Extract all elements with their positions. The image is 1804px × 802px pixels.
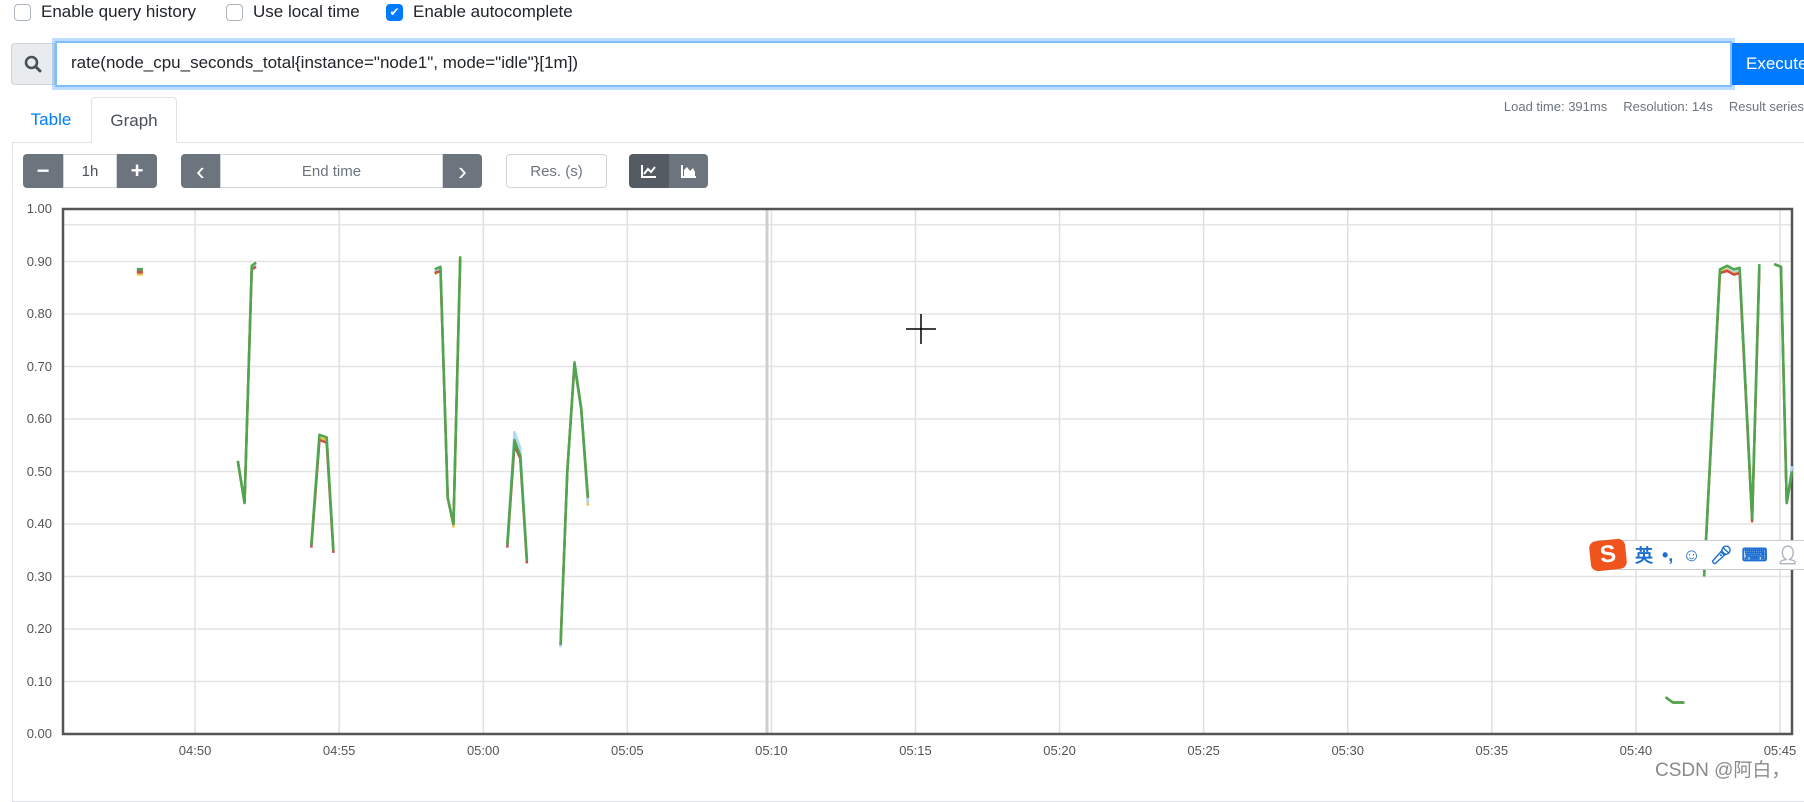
y-tick-label: 0.10 [26, 673, 52, 689]
x-tick-label: 04:50 [178, 743, 212, 758]
y-tick-label: 0.20 [26, 621, 52, 636]
x-tick-label: 05:30 [1331, 743, 1364, 758]
series-line [1702, 264, 1761, 577]
x-tick-label: 05:05 [611, 743, 644, 758]
y-tick-label: 0.50 [26, 463, 52, 479]
x-tick-label: 04:55 [322, 743, 356, 758]
y-tick-label: 0.40 [26, 516, 52, 531]
x-tick-label: 05:15 [899, 743, 932, 758]
x-tick-label: 05:25 [1187, 743, 1220, 758]
punctuation-icon[interactable]: •, [1662, 545, 1673, 566]
x-tick-label: 05:00 [466, 743, 500, 758]
series-point [136, 270, 143, 274]
series-line [506, 438, 529, 561]
y-tick-label: 0.80 [26, 306, 52, 321]
y-tick-label: 1.00 [26, 201, 52, 216]
x-tick-label: 05:35 [1475, 743, 1509, 758]
x-tick-label: 05:20 [1043, 743, 1076, 758]
series-line [1664, 696, 1685, 704]
sogou-logo-icon[interactable]: S [1588, 538, 1628, 572]
series-line [434, 256, 462, 526]
tab-graph[interactable]: Graph [91, 97, 177, 143]
ime-toolbar[interactable]: S 英 •, ☺ 🎤︎ ⌨ 👤︎ [1588, 538, 1804, 572]
y-tick-label: 0.90 [26, 253, 52, 269]
user-icon[interactable]: 👤︎ [1777, 545, 1800, 566]
y-tick-label: 0.70 [26, 358, 52, 374]
series-line [559, 362, 590, 645]
y-tick-label: 0.30 [26, 568, 52, 584]
crosshair-cursor [906, 314, 936, 344]
y-tick-label: 0.00 [26, 726, 52, 741]
x-tick-label: 05:10 [755, 743, 788, 758]
keyboard-icon[interactable]: ⌨ [1742, 545, 1768, 566]
chart[interactable] [0, 0, 1804, 785]
microphone-icon[interactable]: 🎤︎ [1710, 545, 1733, 566]
watermark: CSDN @阿白， [1655, 760, 1791, 781]
series-line [559, 362, 590, 645]
y-tick-label: 0.60 [26, 411, 52, 426]
series-line [310, 433, 335, 551]
series-line [236, 261, 257, 505]
series-line [1773, 262, 1794, 505]
emoji-icon[interactable]: ☺ [1682, 545, 1700, 566]
series-line [559, 361, 590, 645]
ime-language[interactable]: 英 [1635, 542, 1653, 568]
series-point [136, 267, 143, 271]
